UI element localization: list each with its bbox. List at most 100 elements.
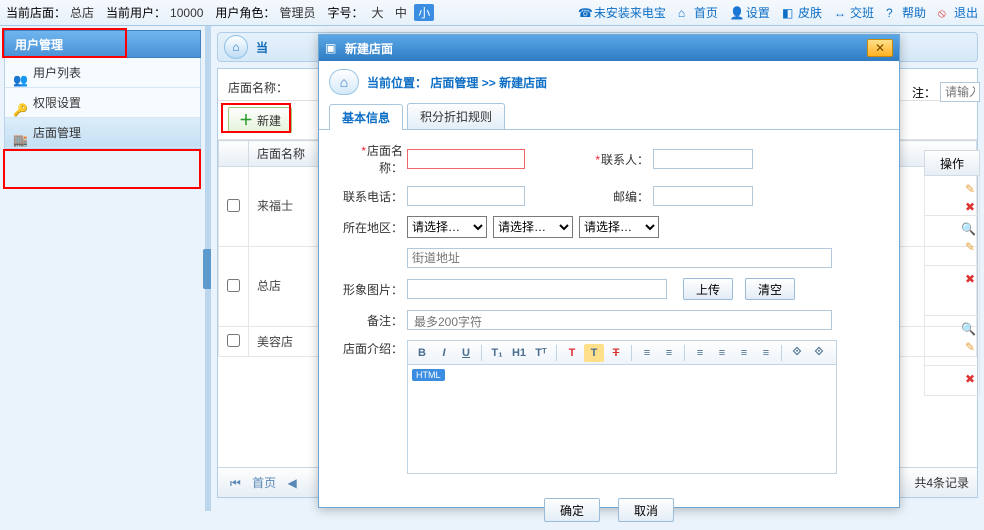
label-contact: *联系人： — [585, 151, 649, 168]
exit-icon: ⦸ — [938, 6, 952, 20]
edit-icon[interactable]: ✎ — [961, 240, 975, 254]
rte-html-badge[interactable]: HTML — [412, 369, 445, 381]
user-icon: 👤 — [730, 6, 744, 20]
rte-forecolor-icon[interactable]: T — [562, 344, 582, 362]
label-store-name: *店面名称： — [339, 142, 403, 176]
sidebar-item-users[interactable]: 👥 用户列表 — [5, 58, 200, 88]
modal-tabs: 基本信息 积分折扣规则 — [319, 103, 899, 130]
window-icon: ▣ — [325, 41, 339, 55]
nav-settings[interactable]: 👤设置 — [730, 4, 770, 21]
region-province-select[interactable]: 请选择… — [407, 216, 487, 238]
remark-label: 注： — [912, 84, 936, 101]
home-badge[interactable]: ⌂ — [224, 35, 248, 59]
top-bar: 当前店面： 总店 当前用户： 10000 用户角色： 管理员 字号： 大 中 小… — [0, 0, 984, 26]
filter-label: 店面名称： — [228, 81, 288, 95]
rte-underline[interactable]: U — [456, 344, 476, 362]
skin-icon: ◧ — [782, 6, 796, 20]
row-checkbox[interactable] — [227, 199, 240, 212]
rte-align-right-icon[interactable]: ≡ — [734, 344, 754, 362]
rte-link-icon[interactable]: ⟐ — [787, 344, 807, 362]
role-label: 用户角色： — [215, 4, 275, 21]
delete-icon[interactable]: ✖ — [961, 372, 975, 386]
clear-button[interactable]: 清空 — [745, 278, 795, 300]
pager-prev-icon[interactable]: ◀ — [284, 476, 301, 490]
crumb-current: 新建店面 — [499, 76, 547, 90]
store-value: 总店 — [70, 4, 94, 21]
store-label: 当前店面： — [6, 4, 66, 21]
new-button[interactable]: ＋ 新建 — [228, 107, 292, 133]
rte-removeformat-icon[interactable]: T — [606, 344, 626, 362]
zip-input[interactable] — [653, 186, 753, 206]
plus-icon: ＋ — [239, 110, 253, 130]
pager-first-icon[interactable]: ⏮ — [226, 476, 245, 490]
rte-h1[interactable]: H1 — [509, 344, 529, 362]
label-zip: 邮编： — [585, 188, 649, 205]
search-icon[interactable]: 🔍 — [961, 222, 975, 236]
key-icon: 🔑 — [13, 95, 29, 111]
street-input[interactable] — [407, 248, 832, 268]
col-ops: 操作 — [924, 150, 980, 176]
rte-ol-icon[interactable]: ≡ — [637, 344, 657, 362]
close-button[interactable]: ✕ — [867, 39, 893, 57]
nav-shift[interactable]: ↔交班 — [834, 4, 874, 21]
search-icon[interactable]: 🔍 — [961, 322, 975, 336]
users-icon: 👥 — [13, 65, 29, 81]
edit-icon[interactable]: ✎ — [961, 182, 975, 196]
label-image: 形象图片： — [339, 281, 403, 298]
row-checkbox[interactable] — [227, 279, 240, 292]
highlight-box-2 — [3, 149, 201, 189]
nav-help[interactable]: ?帮助 — [886, 4, 926, 21]
rte-editor[interactable]: HTML — [407, 364, 837, 474]
phone-notice-link[interactable]: ☎未安装来电宝 — [578, 4, 666, 21]
ok-button[interactable]: 确定 — [544, 498, 600, 522]
row-checkbox[interactable] — [227, 334, 240, 347]
rte-t1[interactable]: T₁ — [487, 344, 507, 362]
remark-input[interactable] — [940, 82, 980, 102]
pager-first[interactable]: 首页 — [248, 476, 280, 490]
delete-icon[interactable]: ✖ — [961, 200, 975, 214]
image-path-input[interactable] — [407, 279, 667, 299]
sidebar: 用户管理 👥 用户列表 🔑 权限设置 🏬 店面管理 — [0, 26, 205, 511]
shift-icon: ↔ — [834, 6, 848, 20]
home-badge[interactable]: ⌂ — [329, 69, 359, 95]
tab-basic[interactable]: 基本信息 — [329, 104, 403, 130]
font-mid[interactable]: 中 — [391, 4, 411, 21]
rte-toolbar: B I U T₁ H1 Tᵀ T T T ≡ ≡ ≡ ≡ — [407, 340, 837, 364]
col-check — [219, 141, 249, 167]
role-value: 管理员 — [279, 4, 315, 21]
font-big[interactable]: 大 — [367, 4, 387, 21]
contact-input[interactable] — [653, 149, 753, 169]
font-label: 字号： — [327, 4, 363, 21]
nav-exit[interactable]: ⦸退出 — [938, 4, 978, 21]
home-icon: ⌂ — [232, 40, 239, 54]
remark-textarea[interactable] — [407, 310, 832, 330]
crumb-parent[interactable]: 店面管理 — [430, 76, 478, 90]
rte-ul-icon[interactable]: ≡ — [659, 344, 679, 362]
nav-home[interactable]: ⌂首页 — [678, 4, 718, 21]
cancel-button[interactable]: 取消 — [618, 498, 674, 522]
tab-rules[interactable]: 积分折扣规则 — [407, 103, 505, 129]
modal-footer: 确定 取消 — [319, 490, 899, 530]
delete-icon[interactable]: ✖ — [961, 272, 975, 286]
upload-button[interactable]: 上传 — [683, 278, 733, 300]
label-region: 所在地区： — [339, 219, 403, 236]
rte-unlink-icon[interactable]: ⟐ — [809, 344, 829, 362]
sidebar-item-permissions[interactable]: 🔑 权限设置 — [5, 88, 200, 118]
modal-titlebar[interactable]: ▣ 新建店面 ✕ — [319, 35, 899, 61]
phone-input[interactable] — [407, 186, 525, 206]
edit-icon[interactable]: ✎ — [961, 340, 975, 354]
rte-italic[interactable]: I — [434, 344, 454, 362]
store-name-input[interactable] — [407, 149, 525, 169]
rte-t2[interactable]: Tᵀ — [531, 344, 551, 362]
font-small[interactable]: 小 — [414, 4, 434, 21]
region-city-select[interactable]: 请选择… — [493, 216, 573, 238]
help-icon: ? — [886, 6, 900, 20]
rte-align-center-icon[interactable]: ≡ — [712, 344, 732, 362]
rte-align-left-icon[interactable]: ≡ — [690, 344, 710, 362]
rte-bold[interactable]: B — [412, 344, 432, 362]
rte-backcolor-icon[interactable]: T — [584, 344, 604, 362]
rte-align-justify-icon[interactable]: ≡ — [756, 344, 776, 362]
nav-skin[interactable]: ◧皮肤 — [782, 4, 822, 21]
sidebar-item-stores[interactable]: 🏬 店面管理 — [5, 118, 200, 148]
region-district-select[interactable]: 请选择… — [579, 216, 659, 238]
